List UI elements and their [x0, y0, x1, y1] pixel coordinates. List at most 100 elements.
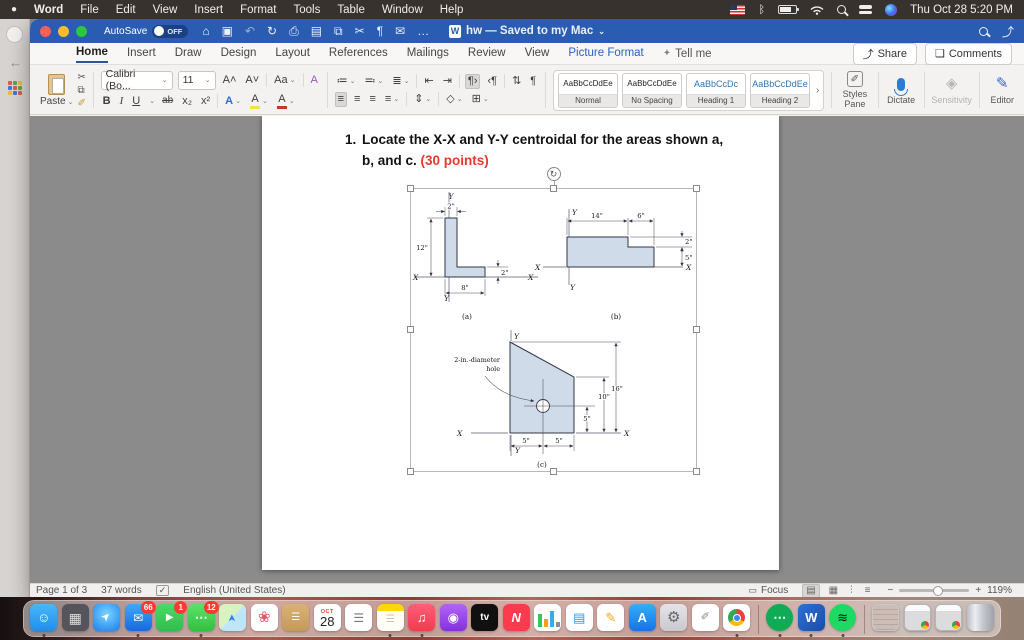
tab-references[interactable]: References	[329, 45, 388, 62]
print-layout-view-button[interactable]: ▤	[802, 583, 820, 597]
back-arrow-icon[interactable]: ←	[9, 55, 22, 70]
maps-dock-icon[interactable]: ➤	[219, 604, 247, 637]
minimize-window-button[interactable]	[58, 25, 69, 37]
increase-indent-button[interactable]: ⇥	[441, 75, 454, 88]
tab-picture-format[interactable]: Picture Format	[568, 45, 643, 62]
proofing-status-icon[interactable]: ✓	[155, 584, 170, 597]
appstore-dock-icon[interactable]: A	[628, 604, 656, 637]
align-center-button[interactable]: ≡	[352, 93, 362, 106]
text-effects-button[interactable]: A ⌄	[223, 95, 243, 108]
word-dock-icon[interactable]: W	[797, 604, 825, 637]
paste-button[interactable]: Paste ⌄	[40, 73, 73, 107]
bold-button[interactable]: B	[101, 95, 113, 108]
downloads-stack-dock-icon[interactable]	[872, 604, 900, 637]
styles-gallery-more-icon[interactable]: ›	[814, 85, 821, 96]
tab-layout[interactable]: Layout	[275, 45, 310, 62]
titlebar-search-icon[interactable]	[978, 26, 988, 36]
bluetooth-icon[interactable]: ᛒ	[758, 4, 765, 16]
siri-icon[interactable]	[885, 3, 898, 16]
style-heading-1[interactable]: AaBbCcDc Heading 1	[685, 72, 746, 108]
bullets-button[interactable]: ≔ ⌄	[335, 75, 358, 88]
window-thumb-1-dock-icon[interactable]	[903, 604, 931, 637]
resize-handle-w[interactable]	[407, 326, 414, 333]
menu-format[interactable]: Format	[240, 4, 276, 16]
cut-button[interactable]: ✂	[77, 72, 85, 83]
input-source-flag-icon[interactable]	[730, 4, 746, 15]
resize-handle-sw[interactable]	[407, 468, 414, 475]
underline-button[interactable]: U	[130, 95, 142, 108]
calendar-dock-icon[interactable]: OCT 28	[313, 604, 341, 637]
tab-view[interactable]: View	[525, 45, 550, 62]
resize-handle-n[interactable]	[549, 185, 557, 192]
superscript-button[interactable]: x²	[199, 95, 212, 108]
format-doc-icon[interactable]: ▤	[311, 24, 322, 38]
keynote-dock-icon[interactable]: ▤	[565, 604, 593, 637]
style-no-spacing[interactable]: AaBbCcDdEe No Spacing	[621, 72, 682, 108]
ltr-paragraph-button[interactable]: ¶›	[464, 73, 481, 89]
menu-edit[interactable]: Edit	[116, 4, 136, 16]
multilevel-list-button[interactable]: ≣ ⌄	[390, 75, 411, 88]
finder-dock-icon[interactable]: ☺	[30, 604, 58, 637]
mail-icon[interactable]: ✉	[395, 24, 405, 38]
chrome-dock-icon[interactable]	[723, 604, 751, 637]
document-title[interactable]: W hw — Saved to my Mac ⌄	[449, 24, 605, 38]
zoom-slider-knob[interactable]	[932, 585, 943, 596]
language-indicator[interactable]: English (United States)	[183, 585, 285, 596]
share-button[interactable]: ⤴ Share	[852, 42, 917, 65]
borders-button[interactable]: ⊞ ⌄	[470, 93, 491, 106]
rotate-handle[interactable]: ↻	[546, 167, 561, 181]
battery-icon[interactable]	[778, 5, 800, 14]
save-icon[interactable]: ▣	[222, 24, 233, 38]
spotlight-search-icon[interactable]	[837, 5, 847, 14]
menu-insert[interactable]: Insert	[194, 4, 223, 16]
tab-draw[interactable]: Draw	[175, 45, 202, 62]
podcasts-dock-icon[interactable]: ◉	[439, 604, 467, 637]
shrink-font-button[interactable]: A˅	[243, 74, 261, 87]
align-right-button[interactable]: ≡	[367, 93, 377, 106]
menu-table[interactable]: Table	[337, 4, 365, 16]
resize-handle-e[interactable]	[693, 326, 700, 333]
menu-file[interactable]: File	[80, 4, 99, 16]
copy-button[interactable]: ⧉	[77, 85, 85, 96]
tell-me-button[interactable]: ✦ Tell me	[663, 48, 712, 60]
styles-pane-button[interactable]: ✐ Styles Pane	[839, 70, 871, 110]
grow-font-button[interactable]: A˄	[221, 74, 239, 87]
tab-mailings[interactable]: Mailings	[407, 45, 449, 62]
launchpad-dock-icon[interactable]: ▦	[61, 604, 89, 637]
resize-handle-ne[interactable]	[693, 185, 700, 192]
zoom-in-button[interactable]: +	[975, 585, 981, 596]
apple-menu-icon[interactable]: ●	[11, 4, 17, 15]
reminders-dock-icon[interactable]: ☰	[345, 604, 373, 637]
selected-figure-image[interactable]: ↻ Y 2" 12" 8" 2" X X Y (a) Y 14" 6" 2" 5…	[407, 167, 700, 475]
hangouts-dock-icon[interactable]: ⋯	[766, 604, 794, 637]
draft-view-button[interactable]: ≡	[862, 585, 874, 597]
style-normal[interactable]: AaBbCcDdEe Normal	[557, 72, 618, 108]
show-marks-button[interactable]: ¶	[528, 75, 538, 88]
resize-handle-s[interactable]	[549, 468, 557, 475]
outline-view-button[interactable]: ⫶	[847, 585, 856, 597]
change-case-button[interactable]: Aa ⌄	[272, 74, 297, 87]
notes-dock-icon[interactable]: ☰	[376, 604, 404, 637]
control-center-icon[interactable]	[859, 5, 873, 14]
wifi-icon[interactable]	[810, 5, 824, 15]
menubar-clock[interactable]: Thu Oct 28 5:20 PM	[910, 4, 1013, 16]
menu-help[interactable]: Help	[440, 4, 464, 16]
menu-window[interactable]: Window	[382, 4, 423, 16]
highlight-color-button[interactable]: A ⌄	[248, 93, 270, 110]
more-commands-icon[interactable]: …	[417, 24, 429, 38]
subscript-button[interactable]: x₂	[180, 95, 194, 108]
pages-dock-icon[interactable]: ✎	[597, 604, 625, 637]
italic-button[interactable]: I	[118, 95, 126, 108]
decrease-indent-button[interactable]: ⇤	[422, 75, 435, 88]
music-dock-icon[interactable]: ♫	[408, 604, 436, 637]
doc-page[interactable]: 1. Locate the X-X and Y-Y centroidal for…	[262, 116, 779, 570]
undo-icon[interactable]: ↶	[245, 24, 255, 38]
resize-handle-se[interactable]	[693, 468, 700, 475]
home-icon[interactable]: ⌂	[202, 24, 209, 38]
resize-handle-nw[interactable]	[407, 185, 414, 192]
comments-button[interactable]: ❑ Comments	[924, 42, 1012, 65]
font-name-select[interactable]: Calibri (Bo... ⌄	[100, 68, 173, 92]
titlebar-share-icon[interactable]: ⤴	[1002, 23, 1014, 40]
tab-review[interactable]: Review	[468, 45, 506, 62]
dictate-button[interactable]: Dictate	[885, 70, 917, 110]
